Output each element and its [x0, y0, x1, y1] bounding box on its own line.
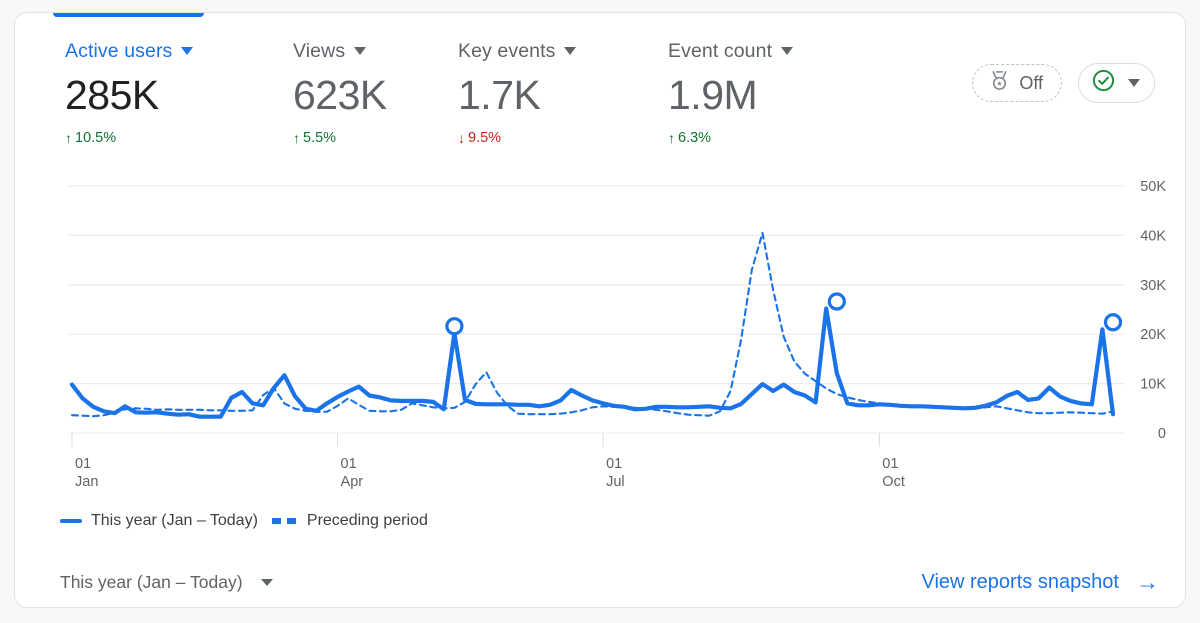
arrow-up-icon: ↑ [293, 130, 300, 146]
metric-name: Event count [668, 39, 773, 62]
date-range-selector[interactable]: This year (Jan – Today) [60, 561, 273, 603]
series-line-preceding-period [70, 231, 1115, 418]
chevron-down-icon[interactable] [354, 47, 367, 55]
svg-text:10K: 10K [1140, 377, 1166, 393]
metric-delta-value: 9.5% [468, 130, 502, 146]
card-footer: This year (Jan – Today) View reports sna… [15, 561, 1185, 607]
chevron-down-icon[interactable] [181, 47, 194, 55]
metric-value: 285K [65, 72, 159, 118]
chart-legend: This year (Jan – Today) Preceding period [60, 508, 428, 534]
chevron-down-icon[interactable] [1128, 79, 1140, 87]
chart-x-axis-labels: 01 Jan 01 Apr 01 Jul 01 Oct [71, 433, 905, 490]
comparison-toggle-label: Off [1019, 72, 1043, 93]
legend-label: This year (Jan – Today) [91, 512, 258, 529]
metric-card-key-events[interactable]: Key events 1.7K ↓ 9.5% [458, 39, 577, 146]
svg-text:20K: 20K [1140, 327, 1166, 343]
svg-text:Jul: Jul [606, 474, 625, 490]
analytics-overview-card: Active users 285K ↑ 10.5% Views 623K ↑ 5… [14, 12, 1186, 608]
metric-delta: ↑ 10.5% [65, 130, 193, 146]
svg-text:01: 01 [606, 456, 622, 472]
svg-text:Apr: Apr [341, 474, 364, 490]
svg-text:01: 01 [75, 456, 91, 472]
legend-swatch-dashed-icon [271, 518, 298, 524]
chart-top-controls: Off [972, 63, 1155, 103]
legend-label: Preceding period [306, 512, 428, 529]
chevron-down-icon[interactable] [260, 578, 273, 586]
svg-text:40K: 40K [1140, 228, 1166, 244]
active-tab-indicator [53, 13, 204, 17]
check-circle-icon [1091, 68, 1116, 98]
chevron-down-icon[interactable] [564, 47, 577, 55]
comparison-toggle-chip[interactable]: Off [972, 64, 1062, 102]
metric-header[interactable]: Views [293, 39, 387, 63]
chevron-down-icon[interactable] [781, 47, 794, 55]
svg-text:30K: 30K [1140, 278, 1166, 294]
legend-item-preceding-period[interactable]: Preceding period [271, 512, 428, 530]
metric-header[interactable]: Event count [668, 39, 794, 63]
series-line-this-year [69, 306, 1116, 419]
svg-text:Jan: Jan [75, 474, 98, 490]
metric-delta-value: 10.5% [75, 130, 117, 146]
metric-name: Views [293, 39, 346, 62]
metric-card-event-count[interactable]: Event count 1.9M ↑ 6.3% [668, 39, 794, 146]
metric-delta: ↑ 5.5% [293, 130, 387, 146]
metric-delta-value: 5.5% [303, 130, 337, 146]
metric-value: 1.7K [458, 72, 541, 118]
arrow-down-icon: ↓ [458, 130, 465, 146]
arrow-up-icon: ↑ [668, 130, 675, 146]
metric-summary-row: Active users 285K ↑ 10.5% Views 623K ↑ 5… [15, 39, 1185, 179]
view-reports-snapshot-link[interactable]: View reports snapshot → [921, 561, 1159, 603]
svg-text:Oct: Oct [882, 474, 905, 490]
chart-y-axis-labels: 0 10K 20K 30K 40K 50K [1140, 179, 1166, 442]
chart-gridlines [68, 185, 1125, 434]
metric-value: 623K [293, 72, 387, 118]
arrow-up-icon: ↑ [65, 130, 72, 146]
metric-name: Key events [458, 39, 556, 62]
legend-swatch-solid-icon [60, 519, 82, 523]
medal-icon [988, 69, 1011, 97]
arrow-right-icon: → [1136, 568, 1159, 595]
metric-card-active-users[interactable]: Active users 285K ↑ 10.5% [65, 39, 194, 146]
metric-delta-value: 6.3% [678, 130, 712, 146]
metric-delta: ↑ 6.3% [668, 130, 793, 146]
metric-value: 1.9M [668, 72, 758, 118]
metric-header[interactable]: Active users [65, 39, 194, 63]
metric-name: Active users [65, 39, 173, 62]
view-reports-snapshot-label: View reports snapshot [921, 570, 1119, 593]
date-range-label: This year (Jan – Today) [60, 571, 243, 592]
metric-header[interactable]: Key events [458, 39, 577, 63]
data-status-chip[interactable] [1078, 63, 1155, 103]
chart-data-point-markers [445, 292, 1123, 336]
svg-text:0: 0 [1158, 426, 1166, 442]
svg-text:50K: 50K [1140, 179, 1166, 195]
svg-text:01: 01 [341, 456, 357, 472]
metric-card-views[interactable]: Views 623K ↑ 5.5% [293, 39, 387, 147]
legend-item-this-year[interactable]: This year (Jan – Today) [60, 512, 258, 530]
svg-text:01: 01 [882, 456, 898, 472]
metric-delta: ↓ 9.5% [458, 130, 576, 146]
